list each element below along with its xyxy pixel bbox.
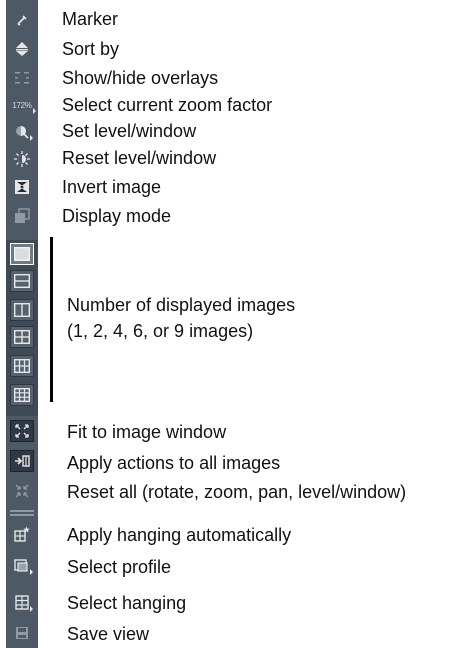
select-profile-label: Select profile xyxy=(67,557,172,577)
invert-image-button[interactable] xyxy=(6,174,38,200)
level-window-icon xyxy=(16,126,29,139)
auto-hanging-button[interactable] xyxy=(6,521,38,547)
dropdown-caret-icon xyxy=(30,135,33,141)
display-mode-icon xyxy=(15,208,30,223)
zoom-factor-button[interactable]: 172% xyxy=(6,92,38,118)
dropdown-caret-icon xyxy=(30,606,33,612)
layout-2-columns-button[interactable] xyxy=(10,299,34,321)
auto-hanging-label: Apply hanging automatically xyxy=(67,525,292,545)
layout-1-image-button[interactable] xyxy=(10,243,34,265)
level-window-button[interactable] xyxy=(6,119,38,145)
overlays-label: Show/hide overlays xyxy=(62,68,219,88)
invert-image-label: Invert image xyxy=(62,177,162,197)
reset-all-button[interactable] xyxy=(6,478,38,504)
save-view-label: Save view xyxy=(67,624,150,644)
save-view-button[interactable] xyxy=(6,620,38,646)
layout-6-images-button[interactable] xyxy=(10,355,34,377)
display-mode-button[interactable] xyxy=(6,203,38,229)
reset-all-label: Reset all (rotate, zoom, pan, level/wind… xyxy=(67,482,407,502)
layout-description-line2: (1, 2, 4, 6, or 9 images) xyxy=(67,321,254,341)
layout-2-images-button[interactable] xyxy=(10,270,34,292)
toolbar-separator xyxy=(10,514,34,516)
layout-4-icon xyxy=(14,330,30,344)
layout-group-bracket xyxy=(50,237,53,402)
fit-window-icon xyxy=(15,424,29,438)
apply-all-button[interactable] xyxy=(10,450,34,472)
overlays-icon xyxy=(15,72,29,84)
dropdown-caret-icon xyxy=(33,108,36,114)
dropdown-caret-icon xyxy=(30,569,33,575)
select-hanging-button[interactable] xyxy=(6,590,38,616)
fit-window-button[interactable] xyxy=(10,420,34,442)
sort-icon xyxy=(16,42,28,56)
sort-by-label: Sort by xyxy=(62,39,120,59)
level-window-label: Set level/window xyxy=(62,121,197,141)
marker-icon xyxy=(17,15,27,26)
sort-by-button[interactable] xyxy=(6,36,38,62)
fit-window-label: Fit to image window xyxy=(67,422,227,442)
zoom-factor-label: Select current zoom factor xyxy=(62,95,273,115)
layout-6-icon xyxy=(14,359,30,373)
marker-button[interactable] xyxy=(6,7,38,33)
overlays-button[interactable] xyxy=(6,65,38,91)
invert-image-icon xyxy=(15,180,29,194)
layout-description-line1: Number of displayed images xyxy=(67,295,296,315)
display-mode-label: Display mode xyxy=(62,206,172,226)
apply-all-label: Apply actions to all images xyxy=(67,453,281,473)
marker-label: Marker xyxy=(62,9,119,29)
layout-4-images-button[interactable] xyxy=(10,326,34,348)
reset-level-window-icon xyxy=(14,151,30,167)
auto-hanging-icon xyxy=(14,526,30,542)
layout-9-images-button[interactable] xyxy=(10,384,34,406)
select-hanging-icon xyxy=(15,595,29,610)
save-view-icon xyxy=(16,627,28,639)
toolbar-separator xyxy=(10,510,34,512)
reset-all-icon xyxy=(15,484,29,498)
select-profile-icon xyxy=(14,559,28,572)
layout-1-icon xyxy=(14,247,30,261)
reset-level-window-label: Reset level/window xyxy=(62,148,217,168)
apply-all-icon xyxy=(15,455,30,467)
layout-2-icon xyxy=(14,274,30,288)
layout-9-icon xyxy=(14,388,30,402)
select-profile-button[interactable] xyxy=(6,553,38,579)
toolbar-legend: Marker Sort by Show/hide overlays 172% S… xyxy=(0,0,473,648)
layout-columns-icon xyxy=(14,303,30,317)
zoom-factor-icon: 172% xyxy=(12,100,32,110)
reset-level-window-button[interactable] xyxy=(6,146,38,172)
select-hanging-label: Select hanging xyxy=(67,593,187,613)
